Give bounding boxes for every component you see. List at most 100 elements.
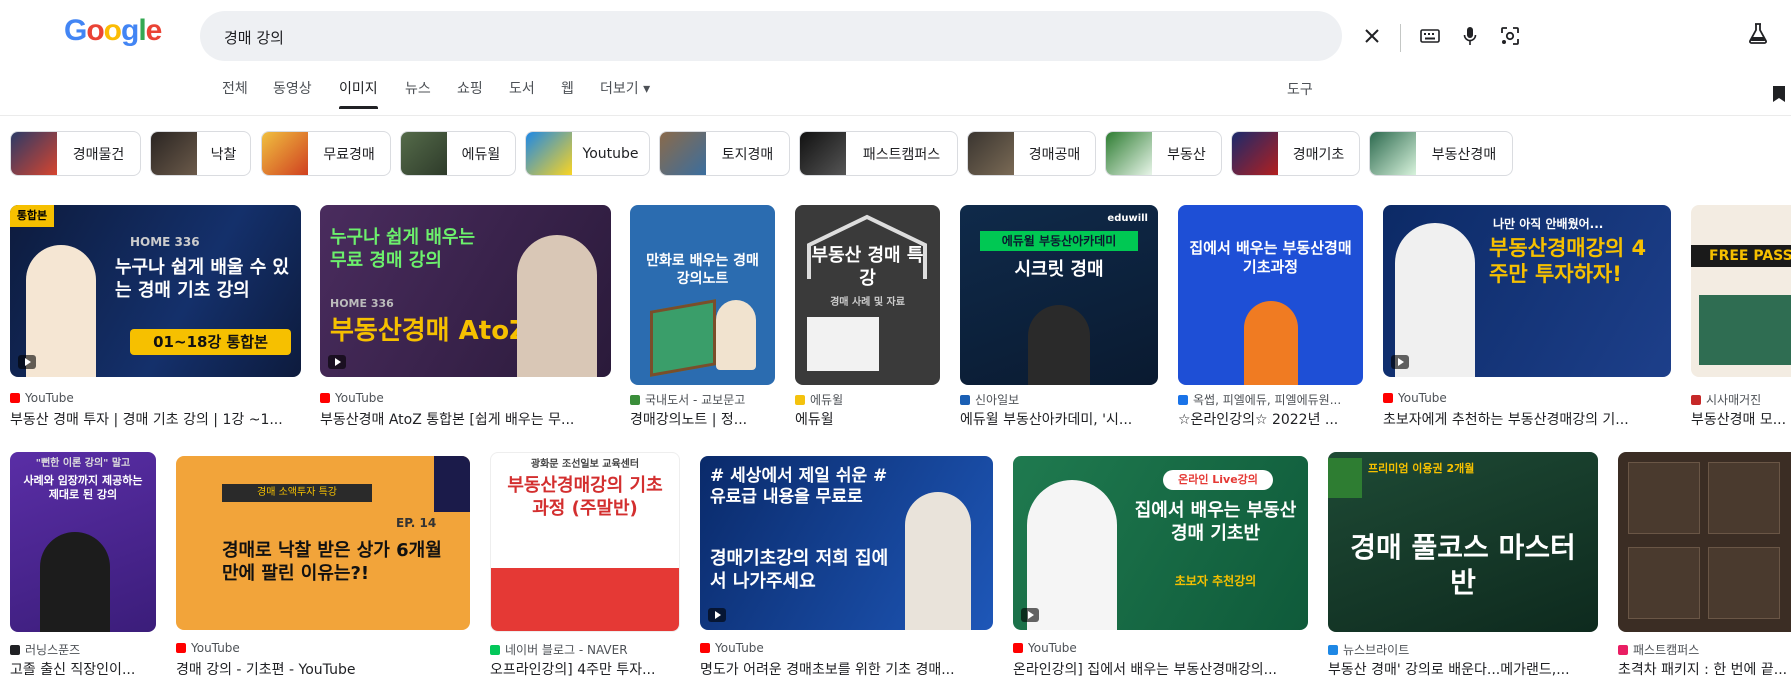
result-title[interactable]: 부동산경매 모...: [1691, 409, 1791, 429]
result-image: 광화문 조선일보 교육센터 부동산경매강의 기초과정 (주말반): [490, 452, 680, 632]
chip-auction-items[interactable]: 경매물건: [10, 131, 141, 176]
image-result[interactable]: 부동산 경매 특강 경매 사례 및 자료 에듀윌 에듀윌: [795, 205, 940, 430]
result-image: 통합본 HOME 336 누구나 쉽게 배울 수 있는 경매 기초 강의 01~…: [10, 205, 301, 377]
labs-flask-icon[interactable]: [1748, 22, 1768, 48]
tab-web[interactable]: 웹: [561, 78, 574, 98]
result-title[interactable]: ☆온라인강의☆ 2022년 ...: [1178, 409, 1363, 429]
result-title[interactable]: 경매 강의 - 기초편 - YouTube: [176, 659, 470, 679]
result-title[interactable]: 부동산 경매 투자 | 경매 기초 강의 | 1강 ~1...: [10, 409, 301, 429]
image-result[interactable]: 온라인 Live강의 집에서 배우는 부동산경매 기초반 초보자 추천강의 Yo…: [1013, 456, 1308, 684]
play-icon: [1021, 608, 1039, 622]
image-result[interactable]: "뻔한 이론 강의" 말고 사례와 임장까지 제공하는 제대로 된 강의 러닝스…: [10, 452, 156, 684]
saved-bookmark-icon[interactable]: [1772, 85, 1786, 107]
play-icon: [328, 355, 346, 369]
image-result[interactable]: FREE PASS 시사매거진 부동산경매 모...: [1691, 205, 1791, 430]
chip-label: 에듀윌: [461, 146, 501, 163]
image-tag: EP. 14: [396, 516, 437, 530]
tab-more[interactable]: 더보기 ▾: [600, 78, 650, 98]
tab-all[interactable]: 전체: [222, 78, 248, 98]
tab-videos[interactable]: 동영상: [273, 78, 312, 98]
result-source: 신아일보: [960, 391, 1019, 408]
result-source: YouTube: [1383, 391, 1447, 405]
eduwill-icon: [795, 394, 805, 405]
image-sub: 01~18강 통합본: [130, 329, 291, 355]
result-image: 누구나 쉽게 배우는 무료 경매 강의 HOME 336 부동산경매 AtoZ: [320, 205, 611, 377]
image-result[interactable]: 패스트캠퍼스 초격차 패키지 : 한 번에 끝...: [1618, 452, 1791, 684]
image-sub: "뻔한 이론 강의" 말고: [35, 458, 131, 469]
result-source: 패스트캠퍼스: [1618, 641, 1699, 658]
image-result[interactable]: 경매 소액투자 특강 EP. 14 경매로 낙찰 받은 상가 6개월만에 팔린 …: [176, 456, 470, 684]
tab-images[interactable]: 이미지: [339, 78, 378, 109]
chip-eduwill[interactable]: 에듀윌: [400, 131, 516, 176]
result-image: 온라인 Live강의 집에서 배우는 부동산경매 기초반 초보자 추천강의: [1013, 456, 1308, 630]
youtube-icon: [320, 393, 330, 403]
tab-shopping[interactable]: 쇼핑: [457, 78, 483, 98]
chip-thumbnail: [262, 132, 308, 175]
result-title[interactable]: 부동산경매 AtoZ 통합본 [쉽게 배우는 무...: [320, 409, 611, 429]
group-photo: [1699, 295, 1791, 365]
result-title[interactable]: 초보자에게 추천하는 부동산경매강의 기...: [1383, 409, 1671, 429]
image-text: 경매로 낙찰 받은 상가 6개월만에 팔린 이유는?!: [222, 540, 442, 584]
chip-fastcampus[interactable]: 패스트캠퍼스: [799, 131, 958, 176]
youtube-icon: [176, 643, 186, 653]
chip-real-estate[interactable]: 부동산: [1105, 131, 1222, 176]
chip-auction-basics[interactable]: 경매기초: [1231, 131, 1360, 176]
result-title[interactable]: 온라인강의] 집에서 배우는 부동산경매강의...: [1013, 659, 1308, 679]
clear-icon[interactable]: [1360, 24, 1384, 48]
chip-thumbnail: [968, 132, 1014, 175]
image-result[interactable]: 프리미엄 이용권 2개월 경매 풀코스 마스터반 뉴스브라이트 부동산 경매' …: [1328, 452, 1598, 684]
tile: [1628, 462, 1700, 534]
image-result[interactable]: 집에서 배우는 부동산경매 기초과정 옥썹, 피엘에듀, 피엘에듀원... ☆온…: [1178, 205, 1363, 430]
image-sub: 경매 사례 및 자료: [830, 297, 905, 308]
chip-youtube[interactable]: Youtube: [525, 131, 650, 176]
image-result[interactable]: 나만 아직 안배웠어... 부동산경매강의 4주만 투자하자! YouTube …: [1383, 205, 1671, 430]
image-result[interactable]: eduwill 에듀윌 부동산아카데미 시크릿 경매 신아일보 에듀윌 부동산아…: [960, 205, 1158, 430]
image-result[interactable]: 누구나 쉽게 배우는 무료 경매 강의 HOME 336 부동산경매 AtoZ …: [320, 205, 611, 430]
chip-real-estate-auction[interactable]: 부동산경매: [1369, 131, 1513, 176]
google-logo[interactable]: Google: [64, 14, 164, 54]
chip-thumbnail: [660, 132, 706, 175]
keyboard-icon[interactable]: [1418, 24, 1442, 48]
chip-free-auction[interactable]: 무료경매: [261, 131, 391, 176]
tab-books[interactable]: 도서: [509, 78, 535, 98]
person-figure: [716, 300, 756, 370]
header-divider: [0, 115, 1791, 116]
image-result[interactable]: 통합본 HOME 336 누구나 쉽게 배울 수 있는 경매 기초 강의 01~…: [10, 205, 301, 430]
result-title[interactable]: 경매강의노트 | 정...: [630, 409, 775, 429]
shinailbo-icon: [960, 394, 970, 405]
chip-thumbnail: [1370, 132, 1416, 175]
result-title[interactable]: 초격차 패키지 : 한 번에 끝...: [1618, 659, 1791, 679]
result-title[interactable]: 고졸 출신 직장인이...: [10, 659, 156, 679]
tab-news[interactable]: 뉴스: [405, 78, 431, 98]
result-title[interactable]: 명도가 어려운 경매초보를 위한 기초 경매...: [700, 659, 993, 679]
image-result[interactable]: 광화문 조선일보 교육센터 부동산경매강의 기초과정 (주말반) 네이버 블로그…: [490, 452, 680, 684]
chip-auction-public-sale[interactable]: 경매공매: [967, 131, 1096, 176]
image-result[interactable]: # 세상에서 제일 쉬운 # 유료급 내용을 무료로 경매기초강의 저희 집에서…: [700, 456, 993, 684]
chip-land-auction[interactable]: 토지경매: [659, 131, 790, 176]
search-input[interactable]: [222, 23, 1126, 51]
image-sub: 프리미엄 이용권 2개월: [1368, 462, 1475, 475]
microphone-icon[interactable]: [1458, 24, 1482, 48]
lens-camera-icon[interactable]: [1498, 24, 1522, 48]
learningspoons-icon: [10, 644, 20, 655]
image-result[interactable]: 만화로 배우는 경매강의노트 국내도서 - 교보문고 경매강의노트 | 정...: [630, 205, 775, 430]
chip-winning-bid[interactable]: 낙찰: [150, 131, 251, 176]
image-sub: 초보자 추천강의: [1174, 574, 1257, 588]
result-title[interactable]: 에듀윌 부동산아카데미, '시...: [960, 409, 1158, 429]
naver-icon: [490, 644, 500, 655]
result-title[interactable]: 오프라인강의] 4주만 투자...: [490, 659, 680, 679]
tools-button[interactable]: 도구: [1287, 79, 1313, 99]
person-figure: [26, 245, 96, 377]
chip-label: 부동산경매: [1431, 146, 1497, 163]
youtube-icon: [700, 643, 710, 653]
banner-strip: [491, 568, 679, 631]
chip-label: 낙찰: [210, 146, 237, 163]
image-text: 부동산경매강의 기초과정 (주말반): [507, 475, 663, 519]
chip-label: 경매공매: [1028, 146, 1081, 163]
result-title[interactable]: 부동산 경매' 강의로 배운다...메가랜드,...: [1328, 659, 1598, 679]
image-text: FREE PASS: [1691, 245, 1791, 267]
result-title[interactable]: 에듀윌: [795, 409, 940, 429]
result-source: YouTube: [10, 391, 74, 405]
person-figure: [1027, 480, 1117, 630]
tile: [1628, 547, 1700, 619]
